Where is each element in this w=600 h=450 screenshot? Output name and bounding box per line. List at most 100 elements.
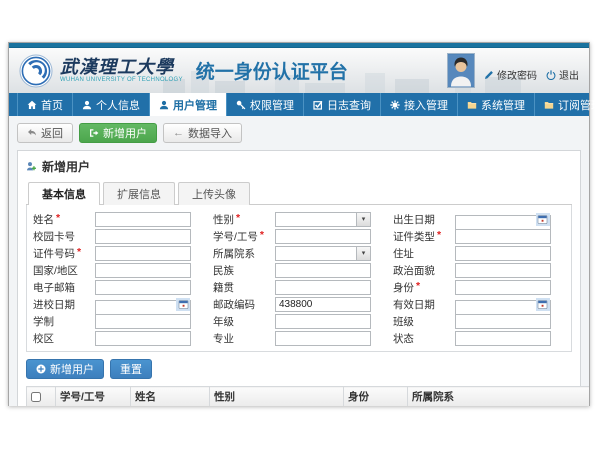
content-area: 返回 新增用户 ← 数据导入 新增用户 <box>9 116 589 406</box>
campus-card-input[interactable] <box>95 229 191 244</box>
name-input[interactable] <box>95 212 191 227</box>
form-field: 所属院系 ▾ <box>209 246 389 261</box>
form-field: 年级 <box>209 314 389 329</box>
native-place-input[interactable] <box>275 280 371 295</box>
new-user-panel: 新增用户 基本信息扩展信息上传头像 姓名*性别*▾出生日期校园卡号学号/工号*证… <box>17 150 581 406</box>
field-label: 证件号码 <box>33 246 75 261</box>
country-region-input[interactable] <box>95 263 191 278</box>
field-label: 学制 <box>33 314 54 329</box>
app-window: 武漢理工大學 WUHAN UNIVERSITY OF TECHNOLOGY 统一… <box>8 42 590 406</box>
page-background: 武漢理工大學 WUHAN UNIVERSITY OF TECHNOLOGY 统一… <box>0 0 600 450</box>
nav-item-user-management[interactable]: 用户管理 <box>150 93 227 116</box>
import-arrow-icon: ← <box>173 127 184 139</box>
nav-item-label: 用户管理 <box>173 97 217 113</box>
nav-item-access-management[interactable]: 接入管理 <box>381 93 458 116</box>
data-import-button[interactable]: ← 数据导入 <box>163 123 242 143</box>
required-asterisk: * <box>416 280 420 295</box>
form-actions: 新增用户 重置 <box>26 359 572 379</box>
nav-item-permission-management[interactable]: 权限管理 <box>227 93 304 116</box>
folder-icon <box>544 100 554 110</box>
email-input[interactable] <box>95 280 191 295</box>
back-button[interactable]: 返回 <box>17 123 73 143</box>
major-input[interactable] <box>275 331 371 346</box>
form-field: 状态 <box>389 331 569 346</box>
form-field: 班级 <box>389 314 569 329</box>
form-field: 住址 <box>389 246 569 261</box>
nav-item-profile[interactable]: 个人信息 <box>73 93 150 116</box>
department-select[interactable]: ▾ <box>275 246 371 261</box>
field-label: 有效日期 <box>393 297 435 312</box>
avatar[interactable] <box>447 53 475 88</box>
column-header: 学号/工号 <box>56 387 131 407</box>
toolbar: 返回 新增用户 ← 数据导入 <box>17 123 581 143</box>
user-icon <box>82 100 92 110</box>
logout-link[interactable]: 退出 <box>546 67 579 82</box>
nav-item-label: 权限管理 <box>250 97 294 113</box>
university-logo-icon <box>19 54 53 88</box>
field-label: 班级 <box>393 314 414 329</box>
field-label: 电子邮箱 <box>33 280 75 295</box>
field-label: 政治面貌 <box>393 263 435 278</box>
change-password-link[interactable]: 修改密码 <box>484 67 537 82</box>
nav-item-label: 接入管理 <box>404 97 448 113</box>
form-field: 专业 <box>209 331 389 346</box>
key-icon <box>236 100 246 110</box>
form-row: 进校日期 邮政编码 有效日期 <box>29 296 569 312</box>
form-field: 电子邮箱 <box>29 280 209 295</box>
submit-new-user-button[interactable]: 新增用户 <box>26 359 104 379</box>
student-id-input[interactable] <box>275 229 371 244</box>
required-asterisk: * <box>260 229 264 244</box>
folder-icon <box>467 100 477 110</box>
nav-item-label: 订阅管理 <box>558 97 600 113</box>
submit-new-user-label: 新增用户 <box>50 361 94 377</box>
nav-item-label: 日志查询 <box>327 97 371 113</box>
id-type-input[interactable] <box>455 229 551 244</box>
field-label: 邮政编码 <box>213 297 255 312</box>
calendar-icon[interactable] <box>536 298 550 311</box>
tab-upload-avatar[interactable]: 上传头像 <box>178 182 250 205</box>
class-input[interactable] <box>455 314 551 329</box>
nav-item-system-management[interactable]: 系统管理 <box>458 93 535 116</box>
form-field: 姓名* <box>29 212 209 227</box>
grade-input[interactable] <box>275 314 371 329</box>
status-input[interactable] <box>455 331 551 346</box>
user-form: 姓名*性别*▾出生日期校园卡号学号/工号*证件类型*证件号码*所属院系▾住址国家… <box>26 205 572 352</box>
field-label: 状态 <box>393 331 414 346</box>
schooling-length-input[interactable] <box>95 314 191 329</box>
nav-item-subscription-management[interactable]: 订阅管理 <box>535 93 600 116</box>
university-name-en: WUHAN UNIVERSITY OF TECHNOLOGY <box>60 77 183 83</box>
log-icon <box>313 100 323 110</box>
form-field: 进校日期 <box>29 297 209 312</box>
select-all-checkbox[interactable] <box>31 392 41 402</box>
gender-select[interactable]: ▾ <box>275 212 371 227</box>
new-user-toolbar-button[interactable]: 新增用户 <box>79 123 157 143</box>
users-table: 学号/工号姓名性别身份所属院系操作 <box>26 386 589 406</box>
field-label: 校区 <box>33 331 54 346</box>
form-row: 校园卡号学号/工号*证件类型* <box>29 228 569 244</box>
field-label: 学号/工号 <box>213 229 258 244</box>
address-input[interactable] <box>455 246 551 261</box>
nav-item-home[interactable]: 首页 <box>17 93 73 116</box>
column-header: 性别 <box>210 387 344 407</box>
tab-basic-info[interactable]: 基本信息 <box>28 182 100 205</box>
calendar-icon[interactable] <box>536 213 550 226</box>
identity-input[interactable] <box>455 280 551 295</box>
calendar-icon[interactable] <box>176 298 190 311</box>
field-label: 进校日期 <box>33 297 75 312</box>
nav-item-log-query[interactable]: 日志查询 <box>304 93 381 116</box>
field-label: 所属院系 <box>213 246 255 261</box>
postal-code-input[interactable] <box>275 297 371 312</box>
ethnicity-input[interactable] <box>275 263 371 278</box>
main-nav: 首页个人信息用户管理权限管理日志查询接入管理系统管理订阅管理 <box>9 93 589 116</box>
reset-button[interactable]: 重置 <box>110 359 152 379</box>
field-label: 国家/地区 <box>33 263 78 278</box>
campus-input[interactable] <box>95 331 191 346</box>
required-asterisk: * <box>236 212 240 227</box>
form-field: 学号/工号* <box>209 229 389 244</box>
logout-label: 退出 <box>559 67 579 82</box>
id-number-input[interactable] <box>95 246 191 261</box>
avatar-photo <box>448 54 474 87</box>
form-field: 身份* <box>389 280 569 295</box>
tab-extended-info[interactable]: 扩展信息 <box>103 182 175 205</box>
political-status-input[interactable] <box>455 263 551 278</box>
